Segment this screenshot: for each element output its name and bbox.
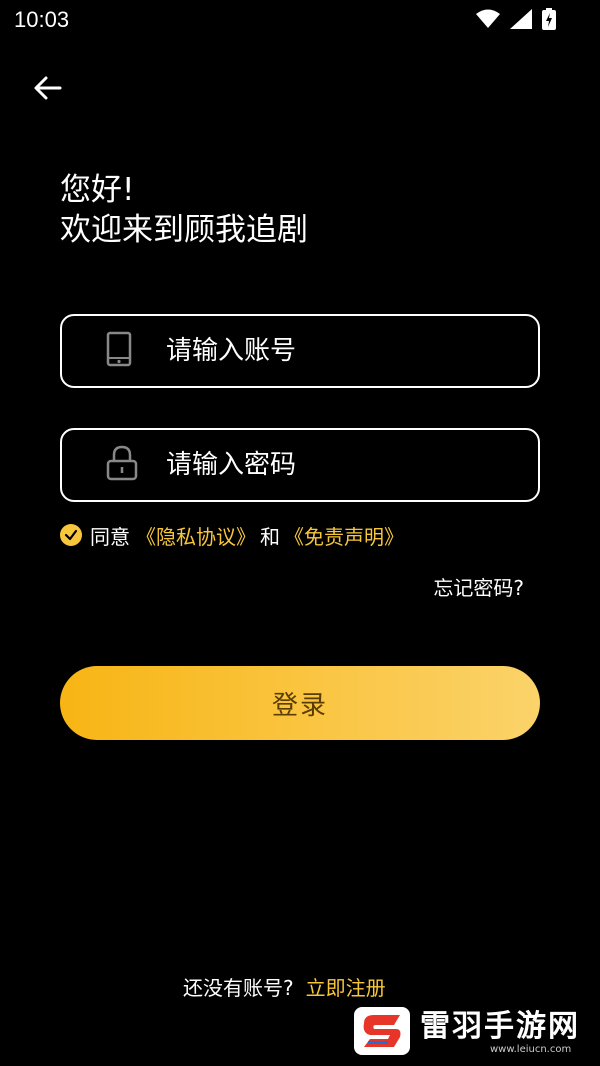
check-icon	[64, 529, 78, 541]
disclaimer-link[interactable]: 《免责声明》	[284, 521, 404, 550]
password-field[interactable]	[60, 428, 540, 502]
privacy-policy-link[interactable]: 《隐私协议》	[136, 521, 256, 550]
arrow-left-icon	[34, 76, 62, 100]
signal-icon	[510, 9, 532, 29]
account-input[interactable]	[166, 316, 518, 386]
watermark: 雷羽手游网 www.leiucn.com	[350, 1003, 580, 1063]
register-question: 还没有账号?	[183, 976, 294, 1000]
phone-icon	[106, 331, 132, 371]
agreement-row: 同意 《隐私协议》 和 《免责声明》	[60, 520, 404, 550]
password-input[interactable]	[166, 430, 518, 500]
wifi-icon	[476, 9, 500, 29]
watermark-logo-icon	[350, 1003, 414, 1063]
watermark-title: 雷羽手游网	[420, 1009, 580, 1044]
watermark-url: www.leiucn.com	[490, 1044, 572, 1055]
register-link[interactable]: 立即注册	[306, 972, 386, 1001]
back-button[interactable]	[28, 68, 68, 108]
agreement-prefix: 同意	[90, 524, 130, 549]
status-icons	[476, 8, 556, 30]
agreement-and: 和	[260, 524, 280, 549]
agreement-checkbox[interactable]	[60, 524, 82, 546]
greeting: 您好! 欢迎来到顾我追剧	[60, 170, 308, 250]
status-time: 10:03	[14, 7, 70, 32]
lock-icon	[106, 445, 138, 485]
forgot-password-link[interactable]: 忘记密码?	[433, 572, 524, 601]
greeting-line-2: 欢迎来到顾我追剧	[60, 212, 308, 248]
login-button[interactable]: 登录	[60, 666, 540, 740]
account-field[interactable]	[60, 314, 540, 388]
status-bar: 10:03	[0, 0, 600, 40]
battery-icon	[542, 8, 556, 30]
greeting-line-1: 您好!	[60, 172, 135, 208]
register-row: 还没有账号? 立即注册	[183, 972, 386, 1001]
